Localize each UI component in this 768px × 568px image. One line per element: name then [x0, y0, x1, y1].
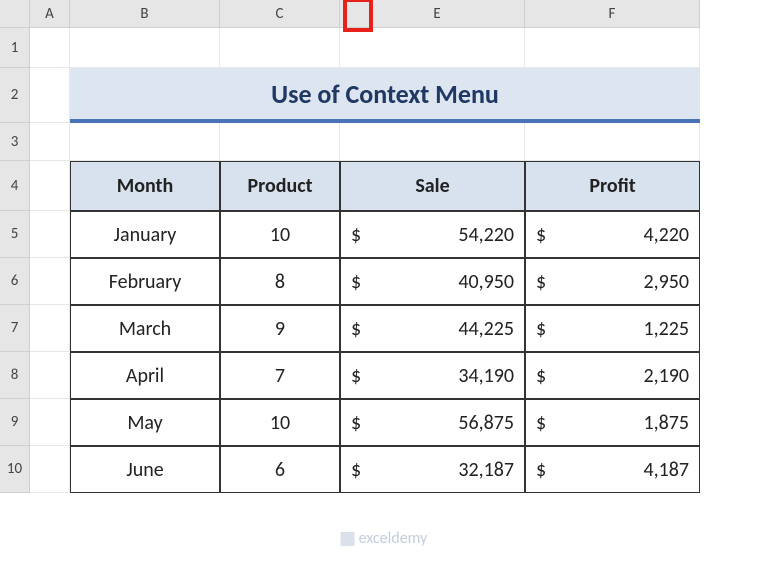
sale-value: 56,875 — [365, 411, 514, 435]
cell-month[interactable]: June — [70, 446, 220, 493]
currency-symbol: $ — [536, 364, 546, 388]
col-header-c[interactable]: C — [220, 0, 340, 28]
cell-sale[interactable]: $56,875 — [340, 399, 525, 446]
currency-symbol: $ — [351, 317, 361, 341]
cell[interactable] — [350, 123, 525, 161]
cell[interactable] — [30, 211, 70, 258]
cell-month[interactable]: May — [70, 399, 220, 446]
cell[interactable] — [30, 28, 70, 68]
cell-profit[interactable]: $4,220 — [525, 211, 700, 258]
cell-sale[interactable]: $32,187 — [340, 446, 525, 493]
row-header-9[interactable]: 9 — [0, 399, 30, 446]
table-header-sale[interactable]: Sale — [340, 161, 525, 211]
watermark-text: exceldemy — [359, 529, 428, 548]
cell[interactable] — [525, 123, 700, 161]
cell[interactable] — [525, 28, 700, 68]
currency-symbol: $ — [351, 364, 361, 388]
cell-sale[interactable]: $44,225 — [340, 305, 525, 352]
cell-product[interactable]: 9 — [220, 305, 340, 352]
watermark-icon — [341, 532, 355, 546]
cell[interactable] — [30, 161, 70, 211]
currency-symbol: $ — [351, 270, 361, 294]
cell[interactable] — [220, 123, 340, 161]
sale-value: 54,220 — [365, 223, 514, 247]
sale-value: 44,225 — [365, 317, 514, 341]
select-all-corner[interactable] — [0, 0, 30, 28]
cell[interactable] — [30, 68, 70, 123]
row-header-5[interactable]: 5 — [0, 211, 30, 258]
profit-value: 4,187 — [550, 458, 689, 482]
cell[interactable] — [30, 399, 70, 446]
cell-profit[interactable]: $4,187 — [525, 446, 700, 493]
cell[interactable] — [70, 123, 220, 161]
cell-sale[interactable]: $34,190 — [340, 352, 525, 399]
cell[interactable] — [30, 123, 70, 161]
col-header-f[interactable]: F — [525, 0, 700, 28]
currency-symbol: $ — [536, 317, 546, 341]
table-header-month[interactable]: Month — [70, 161, 220, 211]
cell-month[interactable]: January — [70, 211, 220, 258]
cell-month[interactable]: February — [70, 258, 220, 305]
currency-symbol: $ — [536, 270, 546, 294]
cell-profit[interactable]: $2,190 — [525, 352, 700, 399]
table-header-profit[interactable]: Profit — [525, 161, 700, 211]
cell-product[interactable]: 10 — [220, 211, 340, 258]
profit-value: 2,950 — [550, 270, 689, 294]
col-header-b[interactable]: B — [70, 0, 220, 28]
cell[interactable] — [30, 258, 70, 305]
table-header-product[interactable]: Product — [220, 161, 340, 211]
cell-product[interactable]: 8 — [220, 258, 340, 305]
currency-symbol: $ — [351, 458, 361, 482]
currency-symbol: $ — [536, 411, 546, 435]
cell-sale[interactable]: $54,220 — [340, 211, 525, 258]
cell-sale[interactable]: $40,950 — [340, 258, 525, 305]
cell-month[interactable]: April — [70, 352, 220, 399]
cell[interactable] — [350, 28, 525, 68]
row-header-3[interactable]: 3 — [0, 123, 30, 161]
cell[interactable] — [70, 28, 220, 68]
sale-value: 32,187 — [365, 458, 514, 482]
watermark: exceldemy — [341, 529, 428, 548]
cell-product[interactable]: 6 — [220, 446, 340, 493]
col-header-a[interactable]: A — [30, 0, 70, 28]
spreadsheet-grid: A B C E F 1 2 Use of Context Menu 3 4 Mo… — [0, 0, 768, 493]
currency-symbol: $ — [351, 411, 361, 435]
col-header-e[interactable]: E — [350, 0, 525, 28]
cell[interactable] — [220, 28, 340, 68]
cell-profit[interactable]: $1,225 — [525, 305, 700, 352]
profit-value: 4,220 — [550, 223, 689, 247]
row-header-10[interactable]: 10 — [0, 446, 30, 493]
title-cell[interactable]: Use of Context Menu — [70, 68, 700, 123]
currency-symbol: $ — [351, 223, 361, 247]
sale-value: 34,190 — [365, 364, 514, 388]
currency-symbol: $ — [536, 223, 546, 247]
row-header-7[interactable]: 7 — [0, 305, 30, 352]
cell[interactable] — [340, 123, 350, 161]
cell-month[interactable]: March — [70, 305, 220, 352]
cell-profit[interactable]: $1,875 — [525, 399, 700, 446]
row-header-1[interactable]: 1 — [0, 28, 30, 68]
profit-value: 1,875 — [550, 411, 689, 435]
cell-profit[interactable]: $2,950 — [525, 258, 700, 305]
hidden-column-d-marker[interactable] — [340, 0, 350, 28]
profit-value: 1,225 — [550, 317, 689, 341]
cell[interactable] — [30, 352, 70, 399]
cell[interactable] — [30, 305, 70, 352]
cell-product[interactable]: 7 — [220, 352, 340, 399]
cell[interactable] — [340, 28, 350, 68]
row-header-4[interactable]: 4 — [0, 161, 30, 211]
profit-value: 2,190 — [550, 364, 689, 388]
row-header-8[interactable]: 8 — [0, 352, 30, 399]
cell-product[interactable]: 10 — [220, 399, 340, 446]
currency-symbol: $ — [536, 458, 546, 482]
sale-value: 40,950 — [365, 270, 514, 294]
row-header-2[interactable]: 2 — [0, 68, 30, 123]
row-header-6[interactable]: 6 — [0, 258, 30, 305]
cell[interactable] — [30, 446, 70, 493]
